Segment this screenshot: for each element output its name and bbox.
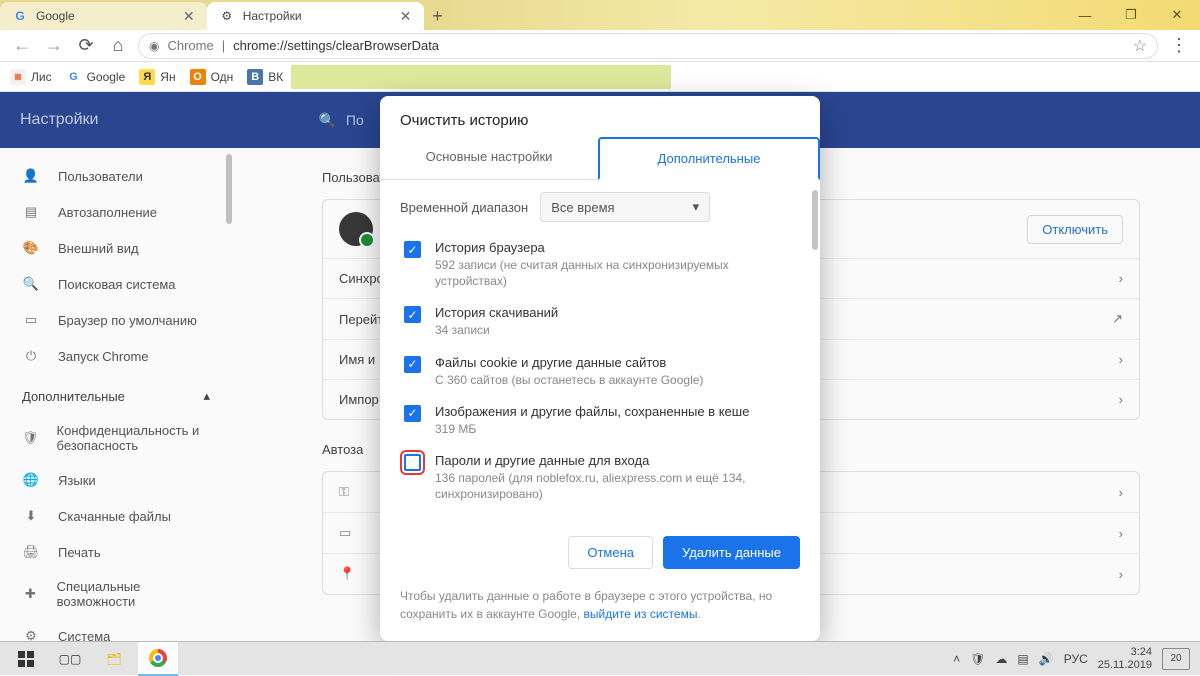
cloud-icon[interactable]: ☁	[995, 652, 1007, 666]
start-button[interactable]	[6, 642, 46, 676]
checkbox-label: История браузера	[435, 240, 802, 255]
checkbox-label: Файлы cookie и другие данные сайтов	[435, 355, 703, 370]
system-tray: ˄ 🛡 ☁ ▤ 🔊 РУС 3:24 25.11.2019 20	[953, 646, 1194, 671]
close-window-button[interactable]: ✕	[1154, 0, 1200, 30]
tab-advanced[interactable]: Дополнительные	[598, 137, 820, 180]
bookmark-highlight	[291, 65, 671, 89]
dropdown-arrow-icon: ▾	[693, 199, 700, 215]
close-tab-icon[interactable]: ✕	[181, 8, 197, 24]
language-indicator[interactable]: РУС	[1064, 652, 1088, 666]
bookmark-ok[interactable]: OОдн	[190, 69, 234, 85]
clock[interactable]: 3:24 25.11.2019	[1098, 646, 1152, 671]
google-favicon: G	[12, 8, 28, 24]
vk-icon: B	[247, 69, 263, 85]
reload-button[interactable]: ⟳	[74, 34, 98, 58]
checkbox-label: Пароли и другие данные для входа	[435, 453, 802, 468]
checkbox-item: Пароли и другие данные для входа 136 паро…	[400, 445, 816, 510]
dialog-title: Очистить историю	[380, 96, 820, 137]
checkbox-label: История скачиваний	[435, 305, 558, 320]
browser-tab-settings[interactable]: ⚙ Настройки ✕	[207, 2, 424, 30]
checkbox-sublabel: 319 МБ	[435, 421, 749, 437]
checkbox-item: ✓ История браузера 592 записи (не считая д…	[400, 232, 816, 297]
notifications-button[interactable]: 20	[1162, 648, 1190, 670]
checkbox[interactable]	[404, 454, 421, 471]
bookmark-google[interactable]: GGoogle	[66, 69, 126, 85]
google-icon: G	[66, 69, 82, 85]
bookmark-vk[interactable]: BВК	[247, 69, 283, 85]
ok-icon: O	[190, 69, 206, 85]
checkbox-label: Изображения и другие файлы, сохраненные …	[435, 404, 749, 419]
network-icon[interactable]: ▤	[1017, 652, 1028, 666]
checkbox-sublabel: 136 паролей (для noblefox.ru, aliexpress…	[435, 470, 802, 502]
tab-title: Google	[36, 9, 75, 23]
checkbox[interactable]: ✓	[404, 306, 421, 323]
bookmark-yandex[interactable]: ЯЯн	[139, 69, 175, 85]
checkbox-sublabel: 592 записи (не считая данных на синхрони…	[435, 257, 802, 289]
time-range-label: Временной диапазон	[400, 200, 528, 215]
maximize-button[interactable]: ❐	[1108, 0, 1154, 30]
home-button[interactable]: ⌂	[106, 34, 130, 58]
url-protocol: Chrome	[167, 38, 213, 53]
bookmarks-bar: ▦Лис GGoogle ЯЯн OОдн BВК	[0, 62, 1200, 92]
forward-button: →	[42, 34, 66, 58]
checkbox-item: ✓ История скачиваний 34 записи	[400, 297, 816, 346]
address-bar: ← → ⟳ ⌂ ◉ Chrome | chrome://settings/cle…	[0, 30, 1200, 62]
browser-menu-button[interactable]: ⋮	[1166, 34, 1190, 58]
url-input[interactable]: ◉ Chrome | chrome://settings/clearBrowse…	[138, 33, 1158, 59]
page-content: Настройки 🔍 По 👤Пользователи▤Автозаполне…	[0, 92, 1200, 641]
back-button[interactable]: ←	[10, 34, 34, 58]
grid-icon: ▦	[10, 69, 26, 85]
tray-expand-icon[interactable]: ˄	[953, 652, 960, 666]
checkbox[interactable]: ✓	[404, 356, 421, 373]
cancel-button[interactable]: Отмена	[568, 536, 653, 569]
windows-taskbar: ▢▢ 🗂 ˄ 🛡 ☁ ▤ 🔊 РУС 3:24 25.11.2019 20	[0, 641, 1200, 675]
checkbox-item: ✓ Файлы cookie и другие данные сайтов С 36…	[400, 347, 816, 396]
explorer-button[interactable]: 🗂	[94, 642, 134, 676]
volume-icon[interactable]: 🔊	[1039, 652, 1054, 666]
dialog-overlay: Очистить историю Основные настройки Допо…	[0, 92, 1200, 641]
checkbox[interactable]: ✓	[404, 405, 421, 422]
delete-data-button[interactable]: Удалить данные	[663, 536, 800, 569]
window-titlebar: G Google ✕ ⚙ Настройки ✕ + — ❐ ✕	[0, 0, 1200, 30]
tab-title: Настройки	[243, 9, 302, 23]
chrome-taskbar-button[interactable]	[138, 642, 178, 676]
url-text: chrome://settings/clearBrowserData	[233, 38, 439, 53]
minimize-button[interactable]: —	[1062, 0, 1108, 30]
chrome-icon: ◉	[149, 39, 159, 53]
new-tab-button[interactable]: +	[424, 2, 452, 30]
close-tab-icon[interactable]: ✕	[398, 8, 414, 24]
checkbox[interactable]: ✓	[404, 241, 421, 258]
gear-favicon: ⚙	[219, 8, 235, 24]
time-range-select[interactable]: Все время ▾	[540, 192, 710, 222]
bookmark-star-icon[interactable]: ☆	[1133, 36, 1147, 56]
tab-basic[interactable]: Основные настройки	[380, 137, 598, 179]
taskview-button[interactable]: ▢▢	[50, 642, 90, 676]
dialog-footnote: Чтобы удалить данные о работе в браузере…	[380, 583, 820, 641]
checkbox-item: ✓ Изображения и другие файлы, сохраненные…	[400, 396, 816, 445]
checkbox-sublabel: С 360 сайтов (вы останетесь в аккаунте G…	[435, 372, 703, 388]
browser-tab-google[interactable]: G Google ✕	[0, 2, 207, 30]
dialog-tabs: Основные настройки Дополнительные	[380, 137, 820, 180]
time-range-row: Временной диапазон Все время ▾	[400, 192, 816, 222]
clear-history-dialog: Очистить историю Основные настройки Допо…	[380, 96, 820, 641]
checkbox-sublabel: 34 записи	[435, 322, 558, 338]
signout-link[interactable]: выйдите из системы	[584, 607, 698, 621]
yandex-icon: Я	[139, 69, 155, 85]
security-icon[interactable]: 🛡	[970, 652, 985, 666]
bookmark-lis[interactable]: ▦Лис	[10, 69, 52, 85]
